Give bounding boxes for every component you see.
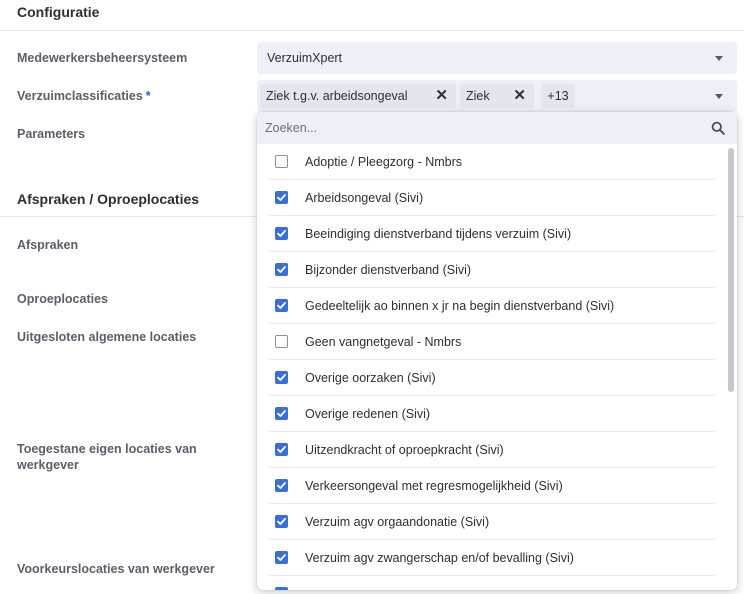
- option-label: Overige oorzaken (Sivi): [305, 371, 436, 385]
- option-item[interactable]: Overige oorzaken (Sivi): [269, 360, 715, 396]
- label-text: Verzuimclassificaties: [17, 89, 143, 103]
- check-icon: [277, 230, 286, 237]
- check-icon: [277, 554, 286, 561]
- option-item[interactable]: Verkeersongeval met regresmogelijkheid (…: [269, 468, 715, 504]
- check-icon: [277, 410, 286, 417]
- label-voorkeurslocaties: Voorkeurslocaties van werkgever: [17, 562, 215, 576]
- option-item[interactable]: Adoptie / Pleegzorg - Nmbrs: [269, 144, 715, 180]
- label-verzuimclassificaties: Verzuimclassificaties *: [17, 88, 227, 104]
- section-title-afspraken: Afspraken / Oproeplocaties: [17, 191, 200, 207]
- option-item[interactable]: Verzuim agv zwangerschap en/of bevalling…: [269, 540, 715, 576]
- option-label: Adoptie / Pleegzorg - Nmbrs: [305, 155, 463, 169]
- option-list: Adoptie / Pleegzorg - Nmbrs Arbeidsongeva…: [257, 144, 727, 590]
- check-icon: [277, 302, 286, 309]
- option-label: Geen vangnetgeval - Nmbrs: [305, 335, 462, 349]
- checkbox-checked[interactable]: [275, 263, 288, 276]
- option-label: Bijzonder dienstverband (Sivi): [305, 263, 472, 277]
- check-icon: [277, 518, 286, 525]
- option-label: Verzuim agv orgaandonatie (Sivi): [305, 515, 490, 529]
- option-item[interactable]: Beeindiging dienstverband tijdens verzui…: [269, 216, 715, 252]
- search-bar: [257, 112, 737, 144]
- label-toegestane-eigen-locaties: Toegestane eigen locaties van werkgever: [17, 442, 197, 472]
- search-icon[interactable]: [711, 121, 725, 135]
- check-icon: [277, 374, 286, 381]
- checkbox-checked[interactable]: [275, 587, 288, 590]
- checkbox-checked[interactable]: [275, 371, 288, 384]
- more-count-badge[interactable]: +13: [541, 84, 575, 108]
- chip-label: Ziek t.g.v. arbeidsongeval: [266, 89, 408, 103]
- checkbox-checked[interactable]: [275, 191, 288, 204]
- check-icon: [277, 446, 286, 453]
- checkbox-checked[interactable]: [275, 479, 288, 492]
- verzuimclassificaties-dropdown: Adoptie / Pleegzorg - Nmbrs Arbeidsongeva…: [257, 112, 737, 590]
- checkbox-checked[interactable]: [275, 299, 288, 312]
- label-parameters: Parameters: [17, 127, 86, 141]
- search-input[interactable]: [265, 118, 695, 138]
- option-item[interactable]: Gedeeltelijk ao binnen x jr na begin die…: [269, 288, 715, 324]
- label-medewerkersbeheersysteem: Medewerkersbeheersysteem: [17, 51, 188, 65]
- scrollbar-thumb[interactable]: [728, 148, 734, 392]
- chevron-down-icon[interactable]: [715, 94, 723, 99]
- label-oproeplocaties: Oproeplocaties: [17, 292, 108, 306]
- medewerkersbeheersysteem-select[interactable]: VerzuimXpert: [257, 42, 737, 74]
- label-uitgesloten-algemene-locaties: Uitgesloten algemene locaties: [17, 330, 197, 344]
- option-item[interactable]: Geen vangnetgeval - Nmbrs: [269, 324, 715, 360]
- check-icon: [277, 194, 286, 201]
- check-icon: [276, 588, 287, 590]
- option-item[interactable]: [269, 576, 715, 590]
- chip: Ziek t.g.v. arbeidsongeval ✕: [260, 84, 456, 108]
- chevron-down-icon[interactable]: [715, 56, 723, 61]
- option-item[interactable]: Overige redenen (Sivi): [269, 396, 715, 432]
- required-marker: *: [145, 89, 151, 103]
- check-icon: [277, 482, 286, 489]
- option-label: Gedeeltelijk ao binnen x jr na begin die…: [305, 299, 615, 313]
- checkbox-checked[interactable]: [275, 407, 288, 420]
- option-label: Verzuim agv zwangerschap en/of bevalling…: [305, 551, 574, 565]
- chip-label: Ziek: [466, 89, 490, 103]
- select-value: VerzuimXpert: [267, 51, 343, 65]
- verzuimclassificaties-multiselect[interactable]: Ziek t.g.v. arbeidsongeval ✕ Ziek ✕ +13: [257, 80, 737, 112]
- chip: Ziek ✕: [460, 84, 534, 108]
- close-icon[interactable]: ✕: [435, 84, 448, 108]
- option-label: Verkeersongeval met regresmogelijkheid (…: [305, 479, 563, 493]
- checkbox-unchecked[interactable]: [275, 155, 288, 168]
- option-label: Uitzendkracht of oproepkracht (Sivi): [305, 443, 504, 457]
- option-item[interactable]: Bijzonder dienstverband (Sivi): [269, 252, 715, 288]
- check-icon: [277, 266, 286, 273]
- option-item[interactable]: Verzuim agv orgaandonatie (Sivi): [269, 504, 715, 540]
- checkbox-checked[interactable]: [275, 227, 288, 240]
- label-afspraken: Afspraken: [17, 238, 79, 252]
- close-icon[interactable]: ✕: [513, 84, 526, 108]
- option-item[interactable]: Uitzendkracht of oproepkracht (Sivi): [269, 432, 715, 468]
- option-label: Overige redenen (Sivi): [305, 407, 431, 421]
- checkbox-checked[interactable]: [275, 443, 288, 456]
- checkbox-checked[interactable]: [275, 551, 288, 564]
- section-title-configuratie: Configuratie: [17, 4, 100, 20]
- option-item[interactable]: Arbeidsongeval (Sivi): [269, 180, 715, 216]
- checkbox-checked[interactable]: [275, 515, 288, 528]
- divider: [0, 30, 744, 31]
- option-label: Arbeidsongeval (Sivi): [305, 191, 424, 205]
- checkbox-unchecked[interactable]: [275, 335, 288, 348]
- option-label: Beeindiging dienstverband tijdens verzui…: [305, 227, 572, 241]
